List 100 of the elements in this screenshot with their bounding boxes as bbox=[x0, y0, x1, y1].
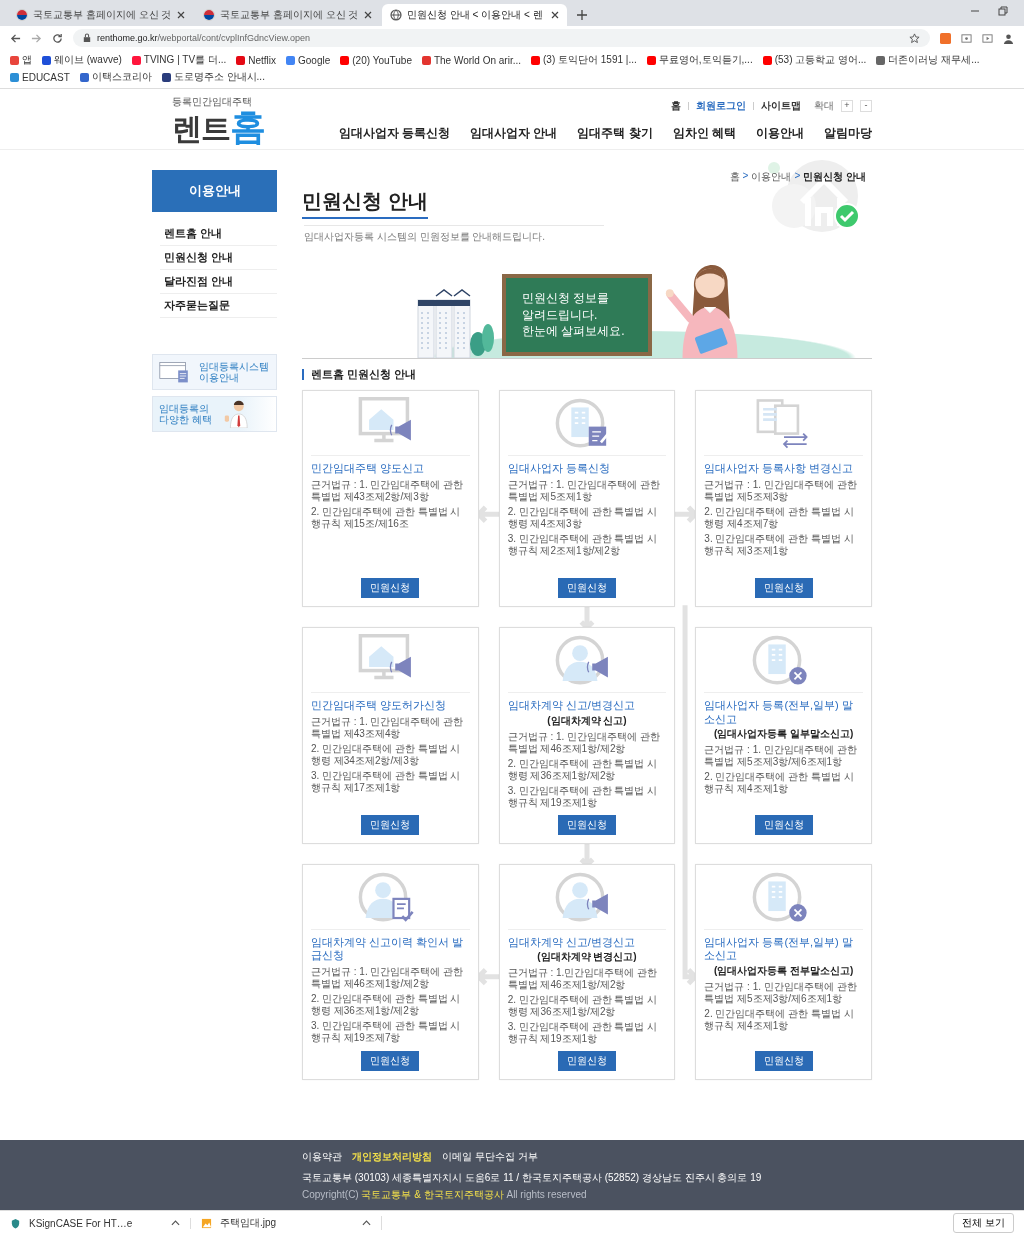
apply-button[interactable]: 민원신청 bbox=[361, 1051, 420, 1072]
tab-title: 국토교통부 홈페이지에 오신 것 bbox=[220, 8, 359, 22]
caret-icon[interactable] bbox=[362, 1220, 371, 1226]
bookmark[interactable]: (3) 토익단어 1591 |... bbox=[529, 52, 639, 68]
service-title: 임대사업자 등록신청 bbox=[507, 462, 611, 476]
legal-basis-text: 근거법규 : 1.민간임대주택에 관한 특별법 제46조제1항/제2항 bbox=[507, 967, 659, 992]
extension-icon[interactable] bbox=[961, 32, 972, 44]
bookmark[interactable]: 앱 bbox=[8, 52, 34, 68]
restore-icon[interactable] bbox=[998, 6, 1008, 16]
apply-button[interactable]: 민원신청 bbox=[754, 814, 813, 835]
close-icon[interactable] bbox=[177, 11, 185, 19]
apply-button[interactable]: 민원신청 bbox=[754, 1051, 813, 1072]
legal-basis-text: 2. 민간임대주택에 관한 특별법 시행규칙 제4조제1항 bbox=[704, 1008, 855, 1032]
legal-basis-text: 2. 민간임대주택에 관한 특별법 시행령 제36조제1항/제2항 bbox=[507, 757, 659, 782]
zoom-label: 확대 bbox=[814, 98, 834, 113]
zoom-in-button[interactable]: + bbox=[841, 99, 853, 112]
apply-button[interactable]: 민원신청 bbox=[361, 814, 420, 835]
apply-button[interactable]: 민원신청 bbox=[361, 577, 420, 598]
star-icon[interactable] bbox=[909, 32, 920, 44]
bookmark[interactable]: Google bbox=[284, 52, 333, 68]
sidebar-item[interactable]: 자주묻는질문 bbox=[160, 294, 277, 317]
service-title: 임대차계약 신고/변경신고 bbox=[507, 935, 636, 950]
profile-icon[interactable] bbox=[1003, 32, 1014, 44]
legal-basis-text: 2. 민간임대주택에 관한 특별법 시행규칙 제15조/제16조 bbox=[311, 505, 462, 530]
sidebar-item[interactable]: 렌트홈 안내 bbox=[160, 222, 277, 245]
footer-link[interactable]: 개인정보처리방침 bbox=[352, 1150, 432, 1164]
apply-button[interactable]: 민원신청 bbox=[558, 814, 616, 835]
legal-basis-text: 근거법규 : 1. 민간임대주택에 관한 특별법 제46조제1항/제2항 bbox=[507, 730, 661, 755]
bookmark[interactable]: Netflix bbox=[234, 52, 278, 68]
service-title: 임대사업자 등록사항 변경신고 bbox=[704, 462, 855, 476]
legal-basis-text: 3. 민간임대주택에 관한 특별법 시행규칙 제3조제1항 bbox=[704, 532, 855, 557]
nav-menu-item[interactable]: 임대사업자 등록신청 bbox=[338, 124, 450, 142]
sidebar-banner[interactable]: 임대등록의 다양한 혜택 bbox=[152, 396, 277, 432]
address-bar[interactable]: renthome.go.kr/webportal/cont/cvplInfGdncView.open bbox=[73, 29, 930, 47]
apply-button[interactable]: 민원신청 bbox=[558, 1051, 616, 1072]
bookmark[interactable]: 더존이러닝 재무세... bbox=[874, 52, 982, 68]
extension-icon[interactable] bbox=[982, 32, 993, 44]
bookmark[interactable]: EDUCAST bbox=[8, 69, 72, 85]
footer-link[interactable]: 이메일 무단수집 거부 bbox=[442, 1150, 538, 1164]
footer-address: 국토교통부 (30103) 세종특별자치시 도움6로 11 / 한국토지주택공사 (52852) 경상남도 진주시 충의로 19 bbox=[302, 1171, 763, 1185]
extension-icon[interactable] bbox=[940, 32, 951, 44]
back-icon[interactable] bbox=[10, 32, 21, 44]
breadcrumb-separator: > bbox=[794, 170, 801, 183]
bookmark[interactable]: (53) 고등학교 영어... bbox=[760, 52, 869, 68]
legal-basis-text: 2. 민간임대주택에 관한 특별법 시행령 제34조제2항/제3항 bbox=[311, 742, 462, 767]
bookmark[interactable]: 웨이브 (wavve) bbox=[40, 52, 124, 68]
zoom-out-button[interactable]: - bbox=[860, 99, 872, 112]
utility-link[interactable]: 회원로그인 bbox=[696, 98, 746, 113]
page-subtitle: 임대사업자등록 시스템의 민원정보를 안내해드립니다. bbox=[304, 225, 604, 244]
close-icon[interactable] bbox=[551, 11, 559, 19]
section-title: 렌트홈 민원신청 안내 bbox=[302, 369, 872, 380]
legal-basis-text: 2. 민간임대주택에 관한 특별법 시행령 제4조제7항 bbox=[704, 505, 855, 530]
service-subtitle: (임대차계약 신고) bbox=[546, 713, 628, 728]
bookmark[interactable]: 무료영어,토익듣기,... bbox=[644, 52, 755, 68]
copyright-text: Copyright(C) 국토교통부 & 한국토지주택공사 All rights reserved bbox=[302, 1188, 588, 1202]
breadcrumb-link[interactable]: 이용안내 bbox=[751, 170, 792, 184]
nav-menu-item[interactable]: 임차인 혜택 bbox=[672, 124, 736, 142]
bookmark[interactable]: TVING | TV를 더... bbox=[129, 52, 229, 68]
sidebar-banner[interactable]: 임대등록시스템 이용안내 bbox=[152, 354, 277, 390]
sidebar-item[interactable]: 민원신청 안내 bbox=[160, 246, 277, 269]
breadcrumb-link[interactable]: 홈 bbox=[729, 170, 740, 184]
banner-text: 임대등록의 다양한 혜택 bbox=[159, 402, 212, 426]
utility-link[interactable]: 홈 bbox=[671, 98, 681, 113]
nav-menu-item[interactable]: 알림마당 bbox=[824, 124, 872, 142]
apply-button[interactable]: 민원신청 bbox=[558, 577, 616, 598]
caret-icon[interactable] bbox=[171, 1220, 180, 1226]
service-title: 임대사업자 등록(전부,일부) 말소신고 bbox=[704, 935, 854, 963]
show-all-button[interactable]: 전체 보기 bbox=[953, 1213, 1014, 1233]
nav-menu-item[interactable]: 임대사업자 안내 bbox=[469, 124, 558, 142]
download-item[interactable]: 주택임대.jpg bbox=[201, 1216, 382, 1230]
nav-menu-item[interactable]: 임대주택 찾기 bbox=[577, 124, 653, 142]
legal-basis-text: 3. 민간임대주택에 관한 특별법 시행규칙 제19조제7항 bbox=[311, 1020, 462, 1044]
bookmark[interactable]: (20) YouTube bbox=[338, 52, 414, 68]
breadcrumb-link[interactable]: 민원신청 안내 bbox=[803, 170, 866, 184]
url-text: renthome.go.kr/webportal/cont/cvplInfGdncView.open bbox=[97, 33, 311, 43]
logo[interactable]: 등록민간임대주택 렌트홈 bbox=[152, 95, 265, 145]
legal-basis-text: 근거법규 : 1. 민간임대주택에 관한 특별법 제5조제1항 bbox=[507, 478, 661, 503]
new-tab-icon[interactable] bbox=[577, 10, 587, 20]
service-subtitle: (임대사업자등록 전부말소신고) bbox=[712, 964, 855, 978]
tab-title: 국토교통부 홈페이지에 오신 것 bbox=[33, 8, 172, 22]
bookmark[interactable]: 도로명주소 안내시... bbox=[159, 69, 267, 85]
close-icon[interactable] bbox=[364, 11, 372, 19]
nav-menu-item[interactable]: 이용안내 bbox=[756, 124, 804, 142]
reload-icon[interactable] bbox=[52, 32, 63, 44]
browser-tab[interactable]: 국토교통부 홈페이지에 오신 것 bbox=[195, 4, 380, 26]
download-item[interactable]: KSignCASE For HT…e bbox=[10, 1217, 191, 1229]
legal-basis-text: 근거법규 : 1. 민간임대주택에 관한 특별법 제5조제3항/제6조제1항 bbox=[704, 981, 858, 1005]
utility-link[interactable]: 사이트맵 bbox=[761, 98, 801, 113]
legal-basis-text: 2. 민간임대주택에 관한 특별법 시행령 제36조제1항/제2항 bbox=[311, 993, 462, 1017]
sidebar-item[interactable]: 달라진점 안내 bbox=[160, 270, 277, 293]
tab-title: 민원신청 안내 < 이용안내 < 렌 bbox=[407, 8, 544, 22]
legal-basis-text: 3. 민간임대주택에 관한 특별법 시행규칙 제19조제1항 bbox=[507, 784, 659, 809]
bookmark[interactable]: 이택스코리아 bbox=[77, 69, 154, 85]
footer-link[interactable]: 이용약관 bbox=[302, 1150, 342, 1164]
browser-tab[interactable]: 국토교통부 홈페이지에 오신 것 bbox=[8, 4, 193, 26]
lock-icon bbox=[83, 33, 91, 43]
apply-button[interactable]: 민원신청 bbox=[754, 577, 813, 598]
service-title: 민간임대주택 양도허가신청 bbox=[311, 698, 448, 713]
bookmark[interactable]: The World On arir... bbox=[419, 52, 524, 68]
browser-tab[interactable]: 민원신청 안내 < 이용안내 < 렌 bbox=[382, 4, 567, 26]
